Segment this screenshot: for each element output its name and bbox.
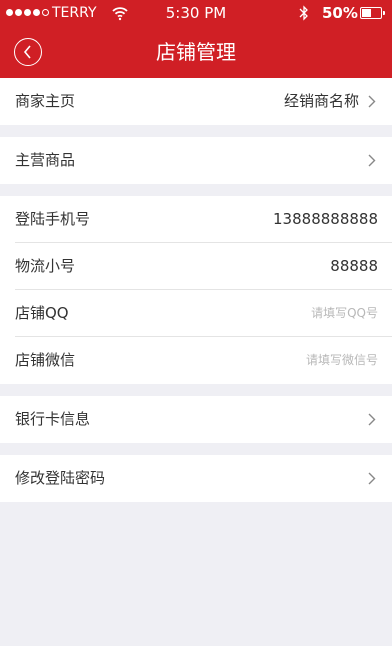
- store-qq-input[interactable]: 请填写QQ号: [311, 290, 378, 337]
- merchant-name-value: 经销商名称: [283, 92, 359, 110]
- change-password-label: 修改登陆密码: [15, 469, 106, 487]
- main-products-row[interactable]: 主营商品: [0, 137, 392, 184]
- bluetooth-icon: [299, 5, 308, 21]
- app-header: TERRY 5:30 PM 50% 店铺管理: [0, 0, 392, 78]
- logistics-number-label: 物流小号: [15, 257, 76, 275]
- store-wechat-row[interactable]: 店铺微信 请填写微信号: [0, 337, 392, 384]
- store-wechat-label: 店铺微信: [15, 351, 76, 369]
- login-phone-row[interactable]: 登陆手机号 13888888888: [0, 196, 392, 243]
- store-qq-row[interactable]: 店铺QQ 请填写QQ号: [0, 290, 392, 337]
- store-wechat-input[interactable]: 请填写微信号: [306, 337, 378, 384]
- status-bar: TERRY 5:30 PM 50%: [0, 0, 392, 26]
- battery-percent: 50%: [322, 4, 358, 22]
- logistics-number-value: 88888: [330, 257, 378, 275]
- login-phone-label: 登陆手机号: [15, 210, 91, 228]
- merchant-home-row[interactable]: 商家主页 经销商名称: [0, 78, 392, 125]
- bank-card-label: 银行卡信息: [15, 410, 91, 428]
- battery-icon: [360, 7, 385, 19]
- page-title: 店铺管理: [156, 40, 236, 64]
- change-password-row[interactable]: 修改登陆密码: [0, 455, 392, 502]
- battery-level: [362, 9, 371, 17]
- chevron-right-icon: [368, 413, 376, 426]
- logistics-number-row[interactable]: 物流小号 88888: [0, 243, 392, 290]
- merchant-home-label: 商家主页: [15, 92, 76, 110]
- store-qq-label: 店铺QQ: [15, 304, 69, 322]
- main-products-label: 主营商品: [15, 151, 76, 169]
- chevron-right-icon: [368, 154, 376, 167]
- chevron-right-icon: [368, 472, 376, 485]
- login-phone-value: 13888888888: [273, 210, 378, 228]
- chevron-right-icon: [368, 95, 376, 108]
- bank-card-row[interactable]: 银行卡信息: [0, 396, 392, 443]
